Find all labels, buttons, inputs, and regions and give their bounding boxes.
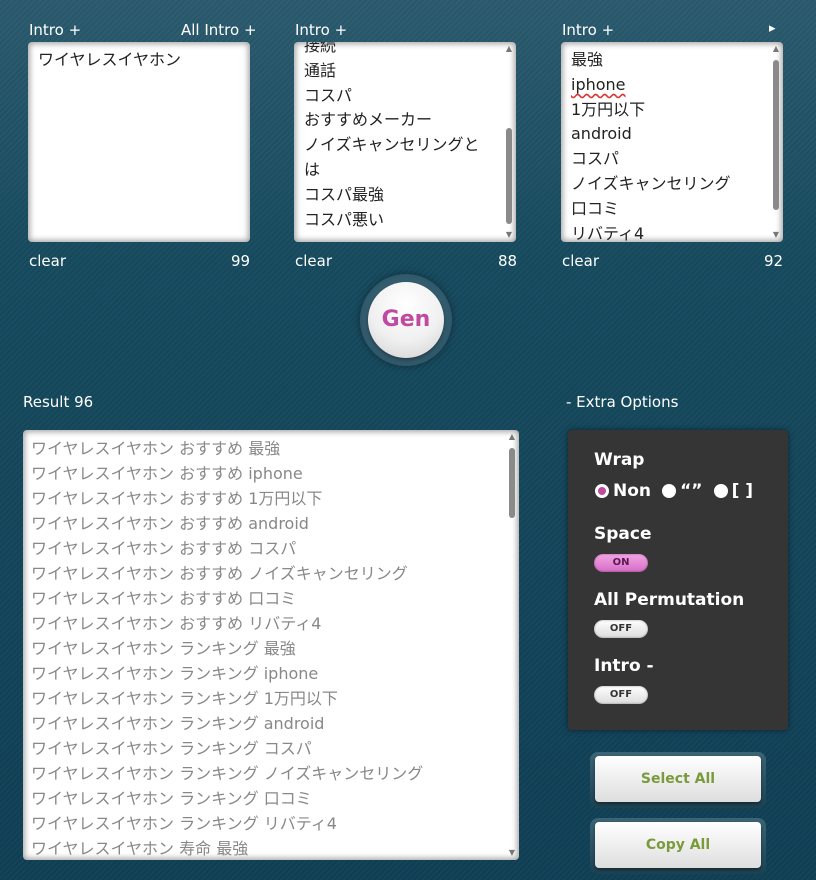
col3-line: 最強 <box>571 50 604 69</box>
scroll-up-arrow-icon[interactable]: ▲ <box>771 44 781 54</box>
col3-scroll-thumb[interactable] <box>773 60 779 210</box>
col2-line: は <box>304 159 321 179</box>
extra-options-panel: Wrap Non “” [ ] Space ON All Permutation… <box>568 430 788 730</box>
col3-line-text: iphone <box>571 74 626 94</box>
gen-button[interactable]: Gen <box>368 282 444 358</box>
scroll-down-arrow-icon[interactable]: ▼ <box>507 848 517 858</box>
col2-line: コスパ <box>304 85 353 105</box>
col3-intro-add-link[interactable]: Intro + <box>562 21 614 39</box>
col2-clear-link[interactable]: clear <box>295 252 332 270</box>
result-line: ワイヤレスイヤホン おすすめ iphone <box>31 464 303 483</box>
result-scroll-thumb[interactable] <box>509 448 515 518</box>
col3-line: android <box>571 124 632 144</box>
result-line: ワイヤレスイヤホン ランキング リバティ4 <box>31 814 337 833</box>
result-line: ワイヤレスイヤホン ランキング 最強 <box>31 639 296 658</box>
col3-line: 口コミ <box>571 198 620 218</box>
intro-minus-toggle[interactable]: OFF <box>594 686 648 704</box>
result-line: ワイヤレスイヤホン おすすめ 1万円以下 <box>31 489 323 508</box>
result-title: Result 96 <box>23 393 94 411</box>
copy-all-button-frame: Copy All <box>590 818 766 874</box>
select-all-button-frame: Select All <box>590 752 766 808</box>
col1-line-count: 99 <box>231 252 251 270</box>
col3-clear-link[interactable]: clear <box>562 252 599 270</box>
col2-lines: 接続 通話 コスパ おすすめメーカー ノイズキャンセリングと は コスパ最強 コ… <box>294 42 516 238</box>
gen-button-ring: Gen <box>360 274 452 366</box>
wrap-option-label: “” <box>680 480 703 501</box>
scroll-up-arrow-icon[interactable]: ▲ <box>504 44 514 54</box>
col1-keyword-textarea[interactable]: ワイヤレスイヤホン <box>28 42 250 242</box>
col1-intro-add-link[interactable]: Intro + <box>29 21 81 39</box>
result-line: ワイヤレスイヤホン おすすめ android <box>31 514 309 533</box>
col1-lines: ワイヤレスイヤホン <box>28 42 250 79</box>
col3-line-count: 92 <box>764 252 784 270</box>
col3-keyword-textarea[interactable]: 最強 iphone 1万円以下 android コスパ ノイズキャンセリング 口… <box>561 42 783 242</box>
col3-lines: 最強 iphone 1万円以下 android コスパ ノイズキャンセリング 口… <box>561 42 783 242</box>
scroll-down-arrow-icon[interactable]: ▼ <box>771 230 781 240</box>
wrap-radio-group: Non “” [ ] <box>595 480 759 501</box>
wrap-radio-quotes[interactable] <box>662 483 677 498</box>
col2-line: ノイズキャンセリングと <box>304 135 480 155</box>
col2-keyword-textarea[interactable]: 接続 通話 コスパ おすすめメーカー ノイズキャンセリングと は コスパ最強 コ… <box>294 42 516 242</box>
col1-all-intro-add-link[interactable]: All Intro + <box>181 21 257 39</box>
result-line: ワイヤレスイヤホン おすすめ ノイズキャンセリング <box>31 564 408 583</box>
col2-line: おすすめメーカー <box>304 110 433 130</box>
col3-line: ノイズキャンセリング <box>571 173 731 193</box>
col3-line-spellchecked: iphone <box>571 73 773 98</box>
all-permutation-label: All Permutation <box>594 590 745 610</box>
wrap-radio-non[interactable] <box>595 483 609 498</box>
result-line: ワイヤレスイヤホン ランキング コスパ <box>31 739 312 758</box>
result-line: ワイヤレスイヤホン おすすめ 口コミ <box>31 589 297 608</box>
col2-scrollbar[interactable]: ▲ ▼ <box>504 44 514 240</box>
space-label: Space <box>594 524 652 544</box>
wrap-label: Wrap <box>594 450 645 470</box>
col1-clear-link[interactable]: clear <box>29 252 66 270</box>
col2-line: コスパ悪い <box>304 209 385 229</box>
scroll-up-arrow-icon[interactable]: ▲ <box>507 432 517 442</box>
result-line: ワイヤレスイヤホン ランキング android <box>31 714 325 733</box>
col2-line: コスパ最強 <box>304 184 385 204</box>
wrap-option-label: [ ] <box>731 480 754 501</box>
play-arrow-icon[interactable]: ▸ <box>769 21 776 36</box>
col2-line: 通話 <box>304 60 337 80</box>
select-all-button[interactable]: Select All <box>595 756 761 802</box>
col3-line: 1万円以下 <box>571 99 646 119</box>
col3-line: リバティ4 <box>571 223 645 242</box>
wrap-option-label: Non <box>613 480 652 501</box>
col1-line: ワイヤレスイヤホン <box>38 50 182 69</box>
col3-line: コスパ <box>571 149 620 169</box>
scroll-down-arrow-icon[interactable]: ▼ <box>504 230 514 240</box>
col2-line: 接続 <box>304 42 337 55</box>
result-line: ワイヤレスイヤホン 寿命 最強 <box>31 839 249 858</box>
result-line: ワイヤレスイヤホン ランキング 口コミ <box>31 789 312 808</box>
col2-scroll-thumb[interactable] <box>506 128 512 224</box>
col3-scrollbar[interactable]: ▲ ▼ <box>771 44 781 240</box>
copy-all-button[interactable]: Copy All <box>595 822 761 868</box>
col2-line-count: 88 <box>498 252 518 270</box>
result-line: ワイヤレスイヤホン おすすめ リバティ4 <box>31 614 322 633</box>
result-line: ワイヤレスイヤホン おすすめ コスパ <box>31 539 297 558</box>
wrap-radio-brackets[interactable] <box>713 483 728 498</box>
result-line: ワイヤレスイヤホン ランキング iphone <box>31 664 319 683</box>
col2-intro-add-link[interactable]: Intro + <box>295 21 347 39</box>
result-lines: ワイヤレスイヤホン おすすめ 最強 ワイヤレスイヤホン おすすめ iphone … <box>23 430 519 860</box>
result-line: ワイヤレスイヤホン ランキング 1万円以下 <box>31 689 338 708</box>
all-permutation-toggle[interactable]: OFF <box>594 620 648 638</box>
result-textarea[interactable]: ワイヤレスイヤホン おすすめ 最強 ワイヤレスイヤホン おすすめ iphone … <box>23 430 519 860</box>
result-line: ワイヤレスイヤホン ランキング ノイズキャンセリング <box>31 764 424 783</box>
extra-options-title[interactable]: - Extra Options <box>566 393 678 411</box>
space-toggle[interactable]: ON <box>594 554 648 572</box>
result-scrollbar[interactable]: ▲ ▼ <box>507 432 517 858</box>
result-line: ワイヤレスイヤホン おすすめ 最強 <box>31 439 281 458</box>
intro-minus-label: Intro - <box>594 656 654 676</box>
